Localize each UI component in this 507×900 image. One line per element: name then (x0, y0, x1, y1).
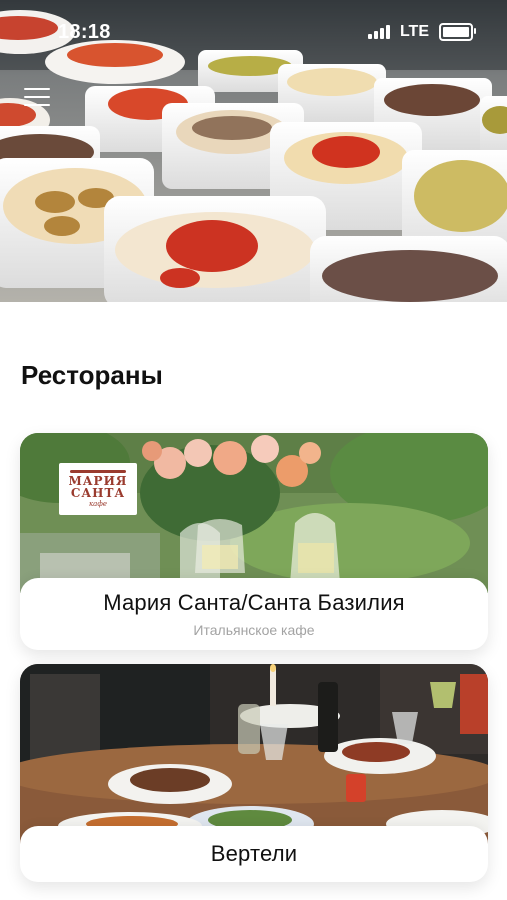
restaurant-card-maria-santa[interactable]: МАРИЯ САНТА кафе Мария Санта/Санта Базил… (20, 433, 488, 650)
restaurant-card-info: Мария Санта/Санта Базилия Итальянское ка… (20, 578, 488, 650)
logo-line-3: кафе (89, 499, 107, 508)
restaurant-card-verteli[interactable]: Вертели (20, 664, 488, 882)
status-time: 18:18 (58, 20, 111, 43)
logo-bar (70, 470, 126, 474)
status-indicators: LTE (367, 23, 476, 41)
signal-icon (367, 25, 390, 39)
restaurant-photo: МАРИЯ САНТА кафе (20, 433, 488, 593)
restaurant-name: Мария Санта/Санта Базилия (103, 590, 405, 615)
dinner-table-illustration (20, 664, 488, 844)
status-bar: 18:18 LTE (0, 0, 507, 64)
network-type: LTE (399, 23, 429, 40)
restaurant-cuisine: Итальянское кафе (193, 622, 315, 638)
battery-icon (439, 23, 476, 41)
restaurant-photo (20, 664, 488, 844)
section-title: Рестораны (21, 360, 163, 390)
hamburger-menu-icon[interactable] (24, 86, 50, 108)
logo-line-2: САНТА (70, 486, 126, 501)
restaurant-logo: МАРИЯ САНТА кафе (59, 463, 137, 515)
restaurant-card-info: Вертели (20, 826, 488, 882)
restaurant-name: Вертели (210, 841, 298, 866)
